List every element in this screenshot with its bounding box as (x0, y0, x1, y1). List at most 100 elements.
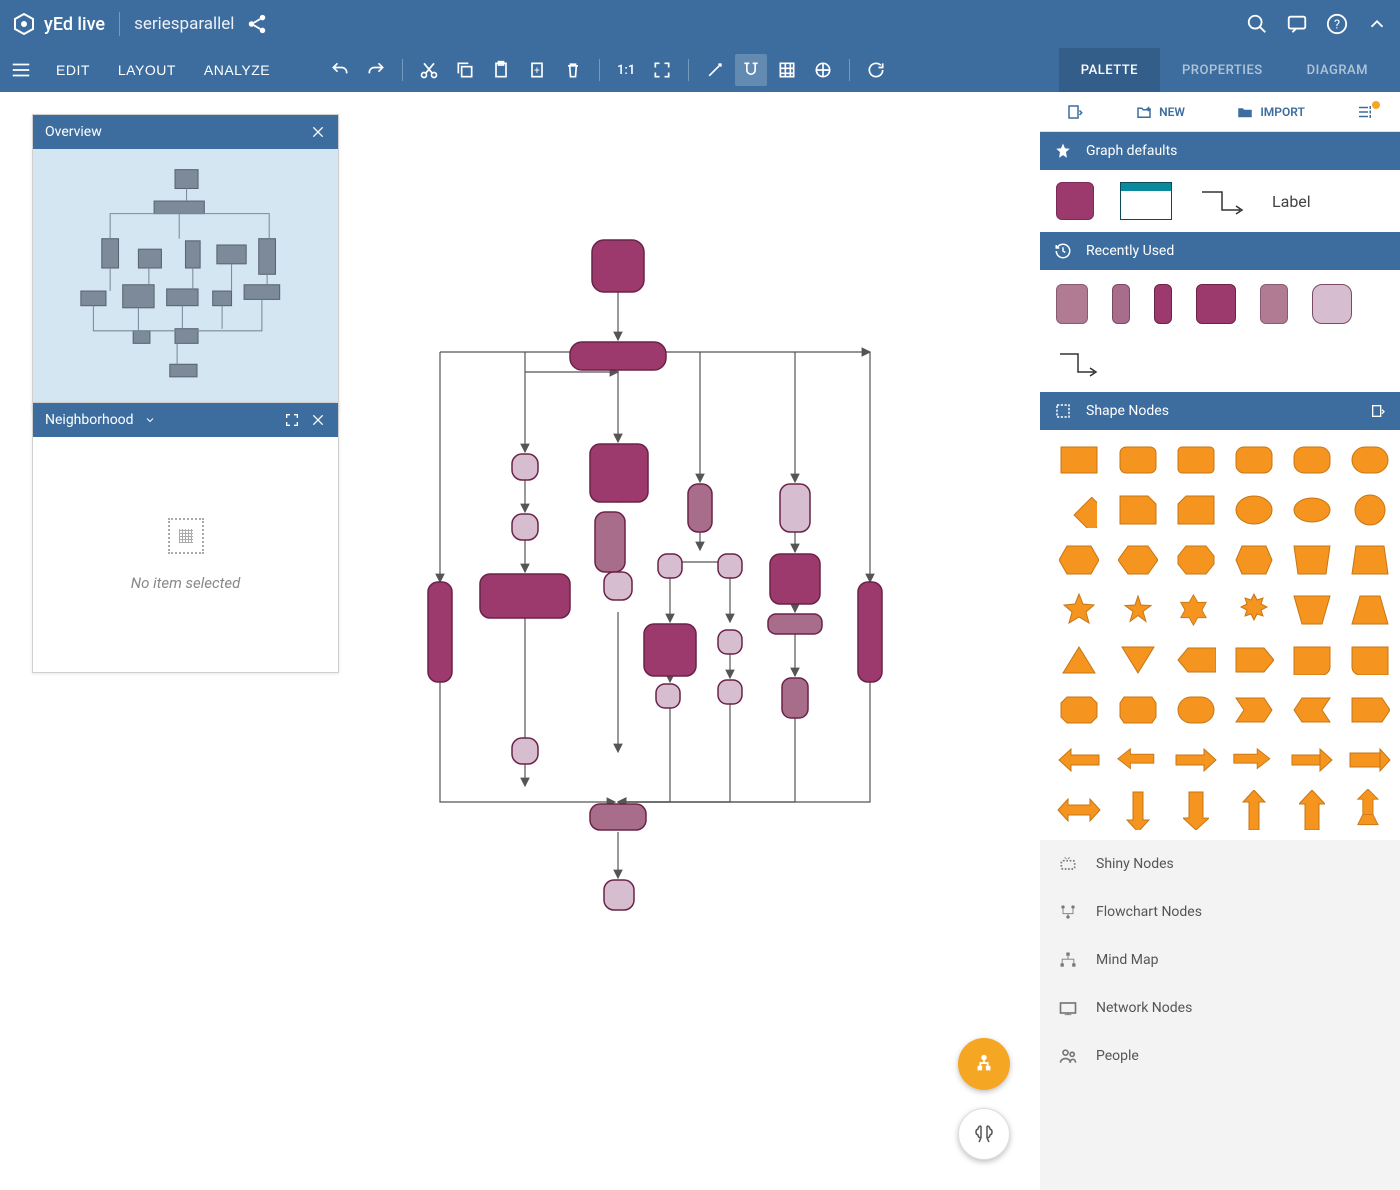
shape-item[interactable] (1232, 440, 1276, 480)
default-group-style[interactable] (1120, 182, 1172, 220)
shape-item[interactable] (1056, 640, 1102, 680)
fit-button[interactable] (646, 54, 678, 86)
tab-properties[interactable]: PROPERTIES (1160, 48, 1285, 92)
default-label-style[interactable]: Label (1272, 192, 1311, 211)
shape-item[interactable] (1174, 590, 1218, 630)
shape-item[interactable] (1056, 540, 1102, 580)
shape-item[interactable] (1174, 490, 1218, 530)
default-edge-style[interactable] (1198, 186, 1246, 216)
edge-tool-button[interactable] (699, 54, 731, 86)
shape-item[interactable] (1174, 440, 1218, 480)
tab-palette[interactable]: PALETTE (1059, 48, 1160, 92)
section-defaults-header[interactable]: Graph defaults (1040, 132, 1400, 170)
refresh-button[interactable] (860, 54, 892, 86)
shape-item[interactable] (1290, 690, 1334, 730)
shape-item[interactable] (1116, 440, 1160, 480)
section-shapes-header[interactable]: Shape Nodes (1040, 392, 1400, 430)
shape-item[interactable] (1174, 540, 1218, 580)
shape-item[interactable] (1116, 540, 1160, 580)
help-icon[interactable]: ? (1326, 13, 1348, 35)
overview-body[interactable] (33, 149, 338, 409)
shape-item[interactable] (1056, 740, 1102, 780)
shape-item[interactable] (1290, 590, 1334, 630)
shape-item[interactable] (1232, 640, 1276, 680)
category-mindmap[interactable]: Mind Map (1040, 936, 1400, 984)
shape-item[interactable] (1174, 690, 1218, 730)
redo-button[interactable] (360, 54, 392, 86)
shape-item[interactable] (1232, 740, 1276, 780)
open-palette-button[interactable] (1066, 103, 1084, 121)
detach-icon[interactable] (1370, 403, 1386, 419)
ai-fab[interactable] (958, 1108, 1010, 1160)
zoom-reset-button[interactable]: 1:1 (610, 54, 642, 86)
shape-item[interactable] (1290, 440, 1334, 480)
shape-item[interactable] (1174, 790, 1218, 830)
layout-fab[interactable] (958, 1038, 1010, 1090)
category-network[interactable]: Network Nodes (1040, 984, 1400, 1032)
orthogonal-button[interactable] (807, 54, 839, 86)
recent-item[interactable] (1112, 284, 1130, 324)
shape-item[interactable] (1232, 690, 1276, 730)
new-palette-button[interactable]: NEW (1135, 103, 1185, 121)
shape-item[interactable] (1116, 490, 1160, 530)
import-palette-button[interactable]: IMPORT (1236, 103, 1305, 121)
shape-item[interactable] (1174, 740, 1218, 780)
shape-item[interactable] (1232, 490, 1276, 530)
app-logo[interactable]: yEd live (12, 12, 105, 36)
shape-item[interactable] (1348, 640, 1392, 680)
recent-item[interactable] (1154, 284, 1172, 324)
default-node-style[interactable] (1056, 182, 1094, 220)
shape-item[interactable] (1290, 540, 1334, 580)
diagram-graph[interactable] (300, 232, 940, 992)
shape-item[interactable] (1056, 690, 1102, 730)
delete-button[interactable] (557, 54, 589, 86)
shape-item[interactable] (1232, 790, 1276, 830)
shape-item[interactable] (1348, 690, 1392, 730)
shape-item[interactable] (1056, 440, 1102, 480)
category-shiny[interactable]: Shiny Nodes (1040, 840, 1400, 888)
tab-diagram[interactable]: DIAGRAM (1285, 48, 1390, 92)
recent-item[interactable] (1196, 284, 1236, 324)
collapse-icon[interactable] (1366, 13, 1388, 35)
share-icon[interactable] (246, 13, 268, 35)
shape-item[interactable] (1348, 590, 1392, 630)
recent-item[interactable] (1056, 284, 1088, 324)
shape-item[interactable] (1232, 590, 1276, 630)
shape-item[interactable] (1056, 590, 1102, 630)
shape-item[interactable] (1290, 740, 1334, 780)
section-recent-header[interactable]: Recently Used (1040, 232, 1400, 270)
menu-layout[interactable]: LAYOUT (104, 54, 190, 86)
recent-item[interactable] (1260, 284, 1288, 324)
shape-item[interactable] (1290, 640, 1334, 680)
shape-item[interactable] (1056, 490, 1102, 530)
shape-item[interactable] (1348, 790, 1392, 830)
shape-item[interactable] (1116, 690, 1160, 730)
shape-item[interactable] (1348, 440, 1392, 480)
search-icon[interactable] (1246, 13, 1268, 35)
shape-item[interactable] (1348, 490, 1392, 530)
menu-analyze[interactable]: ANALYZE (190, 54, 284, 86)
shape-item[interactable] (1348, 740, 1392, 780)
shape-item[interactable] (1290, 490, 1334, 530)
feedback-icon[interactable] (1286, 13, 1308, 35)
hamburger-icon[interactable] (10, 59, 32, 81)
category-people[interactable]: People (1040, 1032, 1400, 1080)
copy-button[interactable] (449, 54, 481, 86)
menu-edit[interactable]: EDIT (42, 54, 104, 86)
shape-item[interactable] (1174, 640, 1218, 680)
expand-icon[interactable] (284, 412, 300, 428)
canvas[interactable]: Overview (0, 92, 1040, 1190)
snap-button[interactable] (735, 54, 767, 86)
category-flowchart[interactable]: Flowchart Nodes (1040, 888, 1400, 936)
undo-button[interactable] (324, 54, 356, 86)
shape-item[interactable] (1290, 790, 1334, 830)
shape-item[interactable] (1116, 790, 1160, 830)
document-name[interactable]: seriesparallel (134, 14, 234, 34)
close-icon[interactable] (310, 124, 326, 140)
recent-item[interactable] (1312, 284, 1352, 324)
settings-palette-button[interactable] (1356, 103, 1374, 121)
shape-item[interactable] (1232, 540, 1276, 580)
paste-special-button[interactable]: + (521, 54, 553, 86)
paste-button[interactable] (485, 54, 517, 86)
shape-item[interactable] (1348, 540, 1392, 580)
